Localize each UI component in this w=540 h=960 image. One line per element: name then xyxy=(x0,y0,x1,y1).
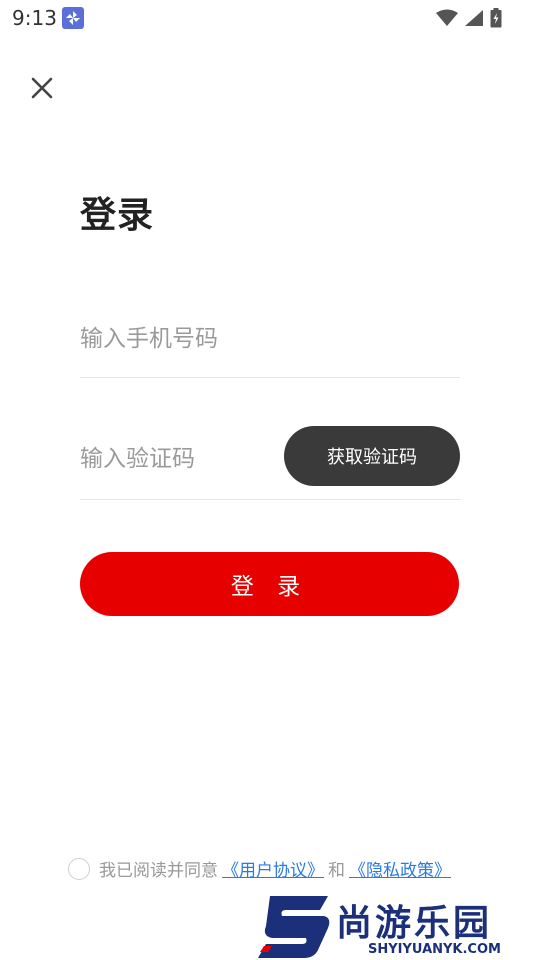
login-button[interactable]: 登 录 xyxy=(80,552,459,616)
watermark-name: 尚游乐园 xyxy=(336,903,493,944)
wifi-icon xyxy=(436,9,458,27)
pinwheel-icon xyxy=(62,7,84,29)
agreement-prefix: 我已阅读并同意 xyxy=(99,861,218,881)
user-agreement-link[interactable]: 《用户协议》 xyxy=(222,856,324,881)
signal-icon xyxy=(464,9,484,27)
watermark-domain: SHYIYUANYK.COM xyxy=(368,942,501,957)
agreement-conjunction: 和 xyxy=(328,861,345,881)
phone-input[interactable] xyxy=(80,316,460,362)
page-title: 登录 xyxy=(80,195,155,236)
close-icon xyxy=(30,76,54,104)
watermark: 尚游乐园 SHYIYUANYK.COM xyxy=(258,890,540,960)
battery-icon xyxy=(490,8,502,28)
verification-code-input[interactable] xyxy=(80,436,270,482)
status-icons xyxy=(436,8,502,28)
agree-checkbox[interactable] xyxy=(68,857,90,880)
status-bar: 9:13 xyxy=(0,0,540,36)
agreement: 我已阅读并同意 《用户协议》 和 《隐私政策》 xyxy=(68,856,455,881)
get-code-button[interactable]: 获取验证码 xyxy=(284,426,460,486)
close-button[interactable] xyxy=(22,70,62,110)
status-time: 9:13 xyxy=(12,6,57,30)
phone-field xyxy=(80,316,460,378)
privacy-policy-link[interactable]: 《隐私政策》 xyxy=(349,856,451,881)
